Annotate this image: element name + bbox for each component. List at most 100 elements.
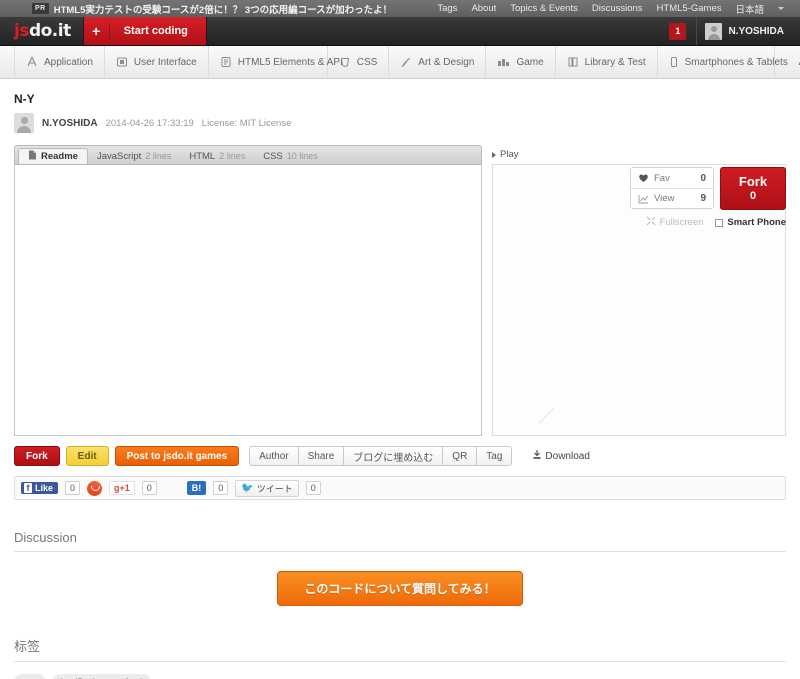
twitter-tweet-button[interactable]: 🐦 ツイート [235,479,299,497]
tab-html[interactable]: HTML 2 lines [180,148,254,164]
user-name-label: N.YOSHIDA [728,25,784,37]
logo-js-text: js [14,21,29,41]
game-icon [497,56,510,68]
author-button[interactable]: Author [249,446,298,466]
tags-heading: 标签 [14,636,786,662]
notification-bar: PR HTML5実力テストの受験コースが2倍に！？ 3つの応用編コースが加わった… [0,0,800,17]
tag-button[interactable]: Tag [476,446,513,466]
global-link-tags[interactable]: Tags [437,3,457,14]
nav-label: User Interface [133,56,197,68]
start-coding-label: Start coding [123,25,188,37]
share-button[interactable]: Share [297,446,344,466]
tab-css[interactable]: CSS 10 lines [254,148,327,164]
message-count-badge[interactable]: 1 [669,22,687,40]
secondary-actions: Author Share ブログに埋め込む QR Tag [249,446,513,466]
tab-readme[interactable]: Readme [18,148,88,164]
global-link-html5-games[interactable]: HTML5-Games [657,3,722,14]
fav-row[interactable]: Fav 0 [631,168,713,188]
global-links: Tags About Topics & Events Discussions H… [437,2,790,16]
tab-label: CSS [263,150,283,162]
tag-chip[interactable]: html5_elements&api [51,674,152,679]
global-link-topics-events[interactable]: Topics & Events [510,3,578,14]
fork-count: 0 [749,190,757,202]
nav-item-smartphones-tablets[interactable]: Smartphones & Tablets [658,46,788,78]
checkbox-icon[interactable] [715,218,724,227]
twitter-label: ツイート [256,483,293,494]
stats-panel: Fav 0 View 9 Fork 0 [630,167,786,210]
edit-button[interactable]: Edit [65,446,109,466]
fav-label: Fav [654,172,670,184]
global-link-about[interactable]: About [471,3,496,14]
site-header: js do.it + Start coding 1 N.YOSHIDA [0,17,800,46]
facebook-like-label: Like [35,483,54,493]
nav-item-game[interactable]: Game [486,46,556,78]
pocket-icon[interactable] [87,480,103,496]
preview-toolbar: Play [492,145,786,164]
social-share-bar: f Like 0 g +1 0 B! 0 🐦 ツイート 0 [14,476,786,500]
post-to-games-button[interactable]: Post to jsdo.it games [114,446,240,466]
hatena-bookmark-button[interactable]: B! [186,481,207,495]
nav-item-library-test[interactable]: Library & Test [556,46,658,78]
nav-item-css[interactable]: CSS [328,46,390,78]
nav-label: HTML5 Elements & API [237,56,343,68]
fav-count: 0 [700,172,706,184]
file-icon [28,150,37,163]
author-name[interactable]: N.YOSHIDA [42,118,98,129]
nav-item-art-design[interactable]: Art & Design [389,46,487,78]
plus-icon: + [84,23,110,39]
nav-item-user-interface[interactable]: User Interface [105,46,209,78]
nav-item-html5-elements-api[interactable]: HTML5 Elements & API [209,46,343,78]
stat-stack: Fav 0 View 9 [630,167,714,209]
nav-label: Application [44,56,93,68]
tab-javascript[interactable]: JavaScript 2 lines [88,148,180,164]
global-link-language[interactable]: 日本語 [735,2,764,16]
view-options: Fullscreen Smart Phone [646,216,786,229]
tab-line-count: 2 lines [219,151,246,161]
fullscreen-toggle[interactable]: Fullscreen [646,216,703,229]
notification-message[interactable]: PR HTML5実力テストの受験コースが2倍に！？ 3つの応用編コースが加わった… [32,2,392,16]
tab-line-count: 10 lines [286,151,318,161]
project-meta: N.YOSHIDA 2014-04-26 17:33:19 License: M… [14,113,786,133]
application-icon [26,56,38,68]
project-date: 2014-04-26 17:33:19 [105,117,194,129]
site-logo[interactable]: js do.it [0,17,83,45]
nav-label: Library & Test [584,56,646,68]
fork-button[interactable]: Fork [14,446,60,466]
chart-icon [638,194,649,204]
view-row[interactable]: View 9 [631,188,713,208]
qr-button[interactable]: QR [442,446,477,466]
editor-content[interactable] [14,164,482,436]
tab-label: Readme [41,151,78,162]
project-header: N-Y N.YOSHIDA 2014-04-26 17:33:19 Licens… [14,79,786,133]
tab-label: HTML [189,150,216,162]
google-plus-button[interactable]: g +1 [109,481,135,495]
smartphone-label: Smart Phone [727,217,786,228]
avatar [14,113,34,133]
nav-item-application[interactable]: Application [14,46,105,78]
download-link[interactable]: Download [532,449,590,463]
tab-label: JavaScript [96,150,142,162]
facebook-count: 0 [65,481,81,495]
tag-chip[interactable]: css [14,674,46,679]
css-icon [339,56,351,68]
user-menu[interactable]: N.YOSHIDA [696,17,792,45]
view-count: 9 [700,193,706,204]
fork-panel-button[interactable]: Fork 0 [720,167,786,210]
play-icon[interactable] [492,151,496,158]
tab-line-count: 2 lines [145,151,172,161]
global-link-discussions[interactable]: Discussions [592,3,643,14]
facebook-like-button[interactable]: f Like [21,482,59,494]
start-coding-button[interactable]: + Start coding [82,17,207,45]
nav-item-all[interactable]: All [775,46,800,78]
pencil-icon [400,56,412,68]
chevron-down-icon[interactable] [778,7,784,10]
preview-artifact: ⁄ [542,400,553,432]
smartphone-toggle[interactable]: Smart Phone [715,217,786,228]
ask-question-button[interactable]: このコードについて質問してみる！ [277,571,523,606]
category-nav: Application User Interface HTML5 Element… [0,46,800,79]
embed-button[interactable]: ブログに埋め込む [343,446,443,466]
play-label[interactable]: Play [500,149,518,160]
notification-text: HTML5実力テストの受験コースが2倍に！？ 3つの応用編コースが加わったよ！ [53,4,393,16]
twitter-count: 0 [305,481,321,495]
download-icon [532,449,542,463]
